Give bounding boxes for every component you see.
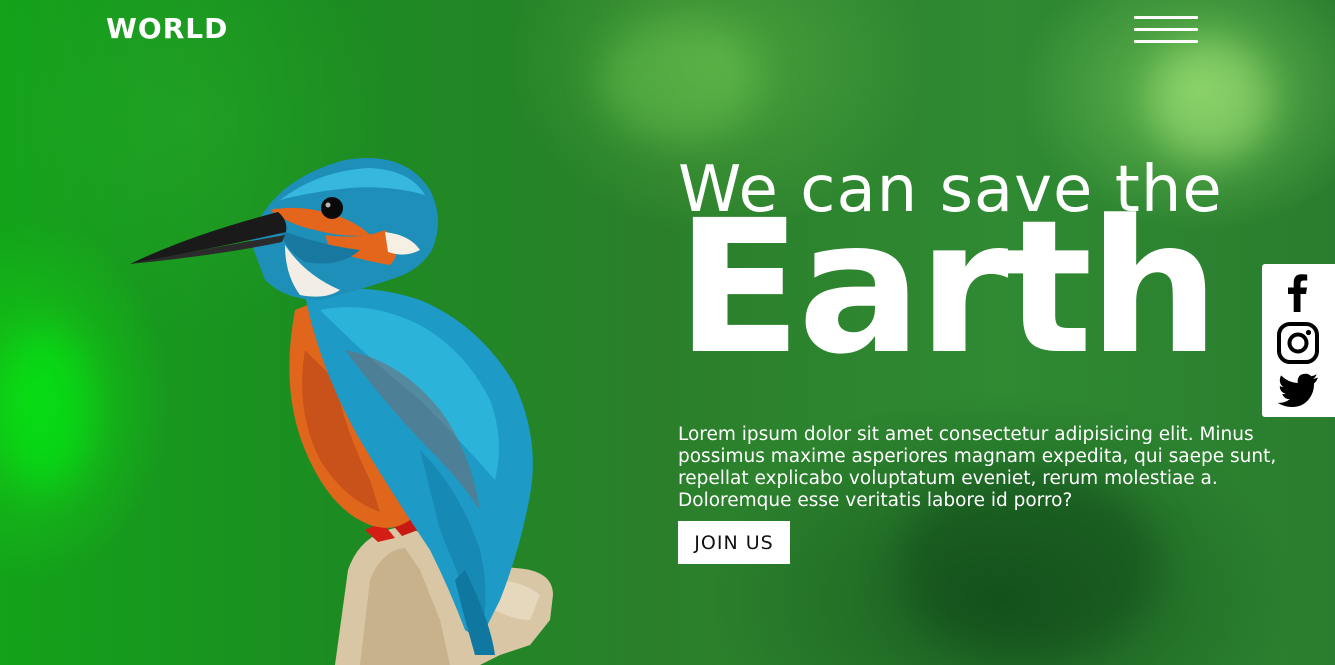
site-logo[interactable]: WORLD xyxy=(106,12,228,45)
social-links-panel xyxy=(1262,264,1335,417)
background-bokeh xyxy=(600,20,760,140)
twitter-icon[interactable] xyxy=(1276,368,1320,412)
hamburger-menu-icon[interactable] xyxy=(1134,16,1198,46)
join-us-button[interactable]: JOIN US xyxy=(678,521,790,564)
background-bokeh xyxy=(0,330,90,490)
hero-section: WORLD We can save the Earth Lorem ipsum … xyxy=(0,0,1335,665)
kingfisher-bird-image xyxy=(130,158,553,665)
headline-line-2: Earth xyxy=(676,181,1220,395)
instagram-icon[interactable] xyxy=(1276,321,1320,365)
background-bokeh xyxy=(1150,40,1270,160)
facebook-icon[interactable] xyxy=(1276,270,1320,314)
hero-description: Lorem ipsum dolor sit amet consectetur a… xyxy=(678,424,1277,511)
